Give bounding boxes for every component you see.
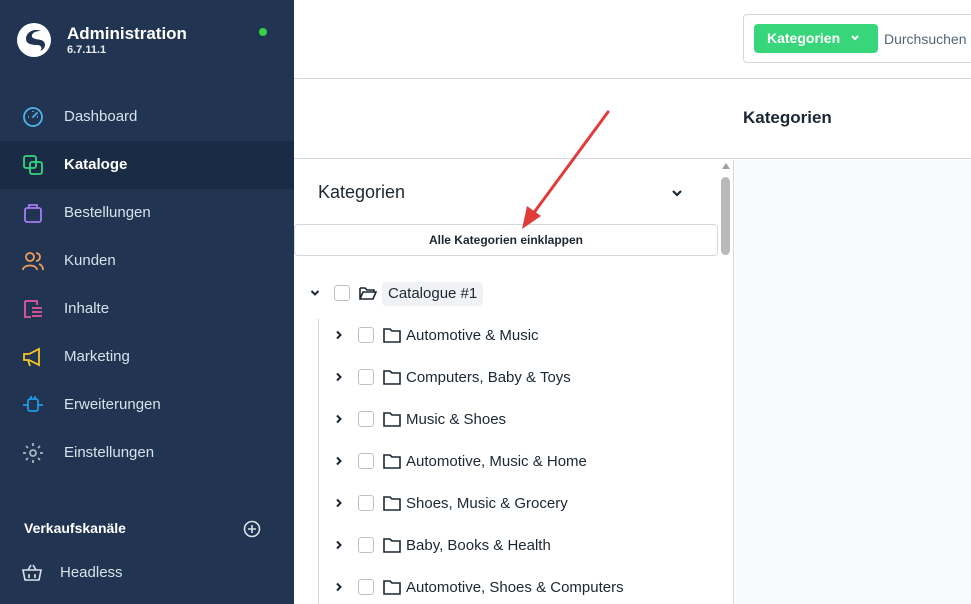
sidebar: Administration 6.7.11.1 Dashboard Katalo… — [0, 0, 294, 604]
chevron-right-icon[interactable] — [334, 456, 344, 466]
sidebar-item-label: Kunden — [64, 252, 116, 269]
tree-checkbox[interactable] — [358, 327, 374, 343]
shopping-bag-icon — [24, 204, 42, 223]
global-search: Kategorien — [743, 14, 971, 63]
tree-item[interactable]: Automotive & Music — [334, 322, 714, 350]
search-input[interactable] — [884, 25, 971, 53]
sidebar-item-marketing[interactable]: Marketing — [0, 333, 294, 381]
folder-icon — [383, 412, 401, 427]
chevron-right-icon[interactable] — [334, 414, 344, 424]
tree-checkbox[interactable] — [358, 411, 374, 427]
sidebar-item-bestellungen[interactable]: Bestellungen — [0, 189, 294, 237]
chevron-right-icon[interactable] — [334, 330, 344, 340]
search-type-dropdown[interactable]: Kategorien — [754, 24, 878, 53]
folder-icon — [383, 328, 401, 343]
tree-item-label: Catalogue #1 — [382, 282, 484, 306]
search-type-label: Kategorien — [767, 30, 841, 46]
sidebar-item-label: Einstellungen — [64, 444, 155, 461]
category-detail-area — [735, 160, 971, 604]
tree-checkbox[interactable] — [358, 537, 374, 553]
sales-channel-headless[interactable]: Headless — [0, 556, 294, 590]
tree-item[interactable]: Music & Shoes — [334, 406, 714, 434]
sidebar-item-label: Erweiterungen — [64, 396, 161, 413]
tree-item-label: Computers, Baby & Toys — [406, 369, 571, 386]
sidebar-item-label: Kataloge — [64, 156, 128, 173]
tree-item-label: Music & Shoes — [406, 411, 507, 428]
folder-icon — [383, 370, 401, 385]
sidebar-item-kunden[interactable]: Kunden — [0, 237, 294, 285]
tree-checkbox[interactable] — [358, 369, 374, 385]
sidebar-item-label: Inhalte — [64, 300, 110, 317]
sales-channels-heading: Verkaufskanäle — [24, 520, 126, 536]
sales-channel-label: Headless — [60, 564, 123, 581]
tree-scrollbar[interactable] — [718, 160, 733, 604]
sidebar-item-dashboard[interactable]: Dashboard — [0, 93, 294, 141]
app-title: Administration — [67, 24, 187, 43]
tree-item-label: Shoes, Music & Grocery — [406, 495, 568, 512]
plug-icon — [23, 396, 43, 412]
tree-item[interactable]: Computers, Baby & Toys — [334, 364, 714, 392]
folder-icon — [383, 580, 401, 595]
megaphone-icon — [23, 347, 40, 367]
gear-icon — [23, 443, 43, 463]
page-header: Kategorien — [294, 80, 971, 159]
folder-icon — [383, 454, 401, 469]
tree-root-item[interactable]: Catalogue #1 — [310, 280, 710, 308]
scrollbar-thumb[interactable] — [721, 177, 730, 255]
sidebar-item-erweiterungen[interactable]: Erweiterungen — [0, 381, 294, 429]
sidebar-item-inhalte[interactable]: Inhalte — [0, 285, 294, 333]
tree-item[interactable]: Automotive, Music & Home — [334, 448, 714, 476]
tree-heading: Kategorien — [318, 182, 406, 202]
tree-item-label: Automotive, Music & Home — [406, 453, 587, 470]
chevron-right-icon[interactable] — [334, 582, 344, 592]
app-version: 6.7.11.1 — [67, 44, 107, 56]
content-icon — [24, 300, 42, 318]
brand: Administration 6.7.11.1 — [16, 20, 286, 60]
top-bar: Kategorien — [294, 0, 971, 79]
sidebar-item-einstellungen[interactable]: Einstellungen — [0, 429, 294, 477]
tree-checkbox[interactable] — [358, 453, 374, 469]
status-indicator — [259, 28, 267, 36]
chevron-right-icon[interactable] — [334, 540, 344, 550]
collapse-all-categories-button[interactable]: Alle Kategorien einklappen — [294, 224, 718, 256]
shopware-logo-icon[interactable] — [16, 22, 52, 58]
sidebar-item-kataloge[interactable]: Kataloge — [0, 141, 294, 189]
users-icon — [22, 252, 44, 271]
tree-checkbox[interactable] — [358, 579, 374, 595]
chevron-down-icon[interactable] — [310, 288, 320, 298]
sidebar-item-label: Bestellungen — [64, 204, 151, 221]
folder-open-icon — [359, 287, 377, 300]
chevron-down-icon — [851, 35, 859, 41]
sidebar-item-label: Marketing — [64, 348, 130, 365]
page-title: Kategorien — [743, 108, 832, 127]
add-sales-channel-icon[interactable] — [243, 520, 261, 538]
chevron-right-icon[interactable] — [334, 498, 344, 508]
chevron-down-icon[interactable] — [671, 188, 683, 198]
tree-item[interactable]: Baby, Books & Health — [334, 532, 714, 560]
tree-item-label: Automotive & Music — [406, 327, 539, 344]
scroll-up-arrow-icon[interactable] — [722, 163, 730, 169]
tree-item-label: Baby, Books & Health — [406, 537, 551, 554]
tree-checkbox[interactable] — [358, 495, 374, 511]
folder-icon — [383, 538, 401, 553]
category-tree-panel: Kategorien Alle Kategorien einklappen Ca… — [294, 160, 734, 604]
catalog-icon — [23, 155, 43, 175]
basket-icon — [22, 564, 42, 581]
sidebar-item-label: Dashboard — [64, 108, 138, 125]
gauge-icon — [23, 107, 43, 127]
tree-checkbox[interactable] — [334, 285, 350, 301]
tree-item[interactable]: Automotive, Shoes & Computers — [334, 574, 714, 602]
folder-icon — [383, 496, 401, 511]
tree-item-label: Automotive, Shoes & Computers — [406, 579, 624, 596]
chevron-right-icon[interactable] — [334, 372, 344, 382]
tree-guide-line — [318, 319, 319, 604]
tree-item[interactable]: Shoes, Music & Grocery — [334, 490, 714, 518]
